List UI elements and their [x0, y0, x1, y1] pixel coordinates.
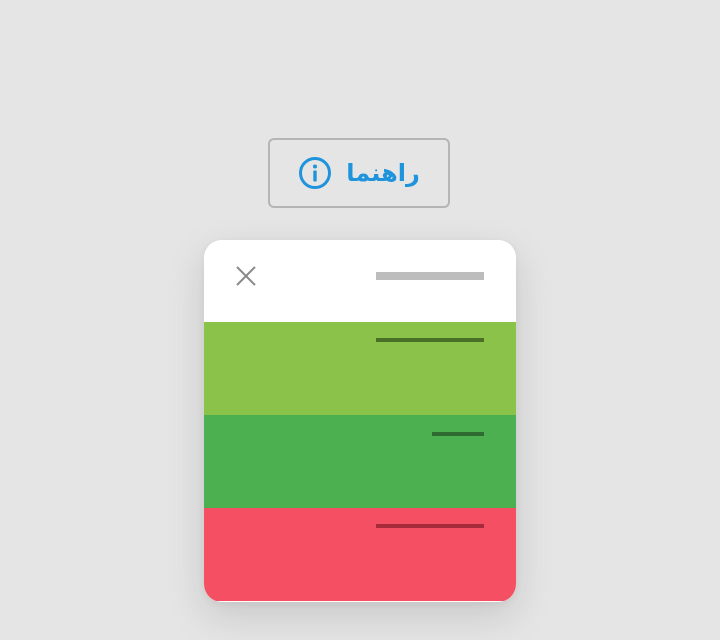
dialog-header — [204, 240, 516, 322]
help-button[interactable]: راهنما — [268, 138, 450, 208]
help-button-label: راهنما — [346, 159, 420, 187]
info-icon — [299, 157, 332, 189]
option-row-placeholder-line — [376, 338, 484, 342]
close-button[interactable] — [232, 262, 260, 290]
option-row-placeholder-line — [376, 524, 484, 528]
option-row-green[interactable] — [204, 415, 516, 508]
color-options-dialog — [204, 240, 516, 602]
option-row-light-green[interactable] — [204, 322, 516, 415]
option-row-placeholder-line — [432, 432, 484, 436]
close-icon — [236, 266, 256, 286]
option-row-red[interactable] — [204, 508, 516, 601]
dialog-title-placeholder — [376, 272, 484, 280]
